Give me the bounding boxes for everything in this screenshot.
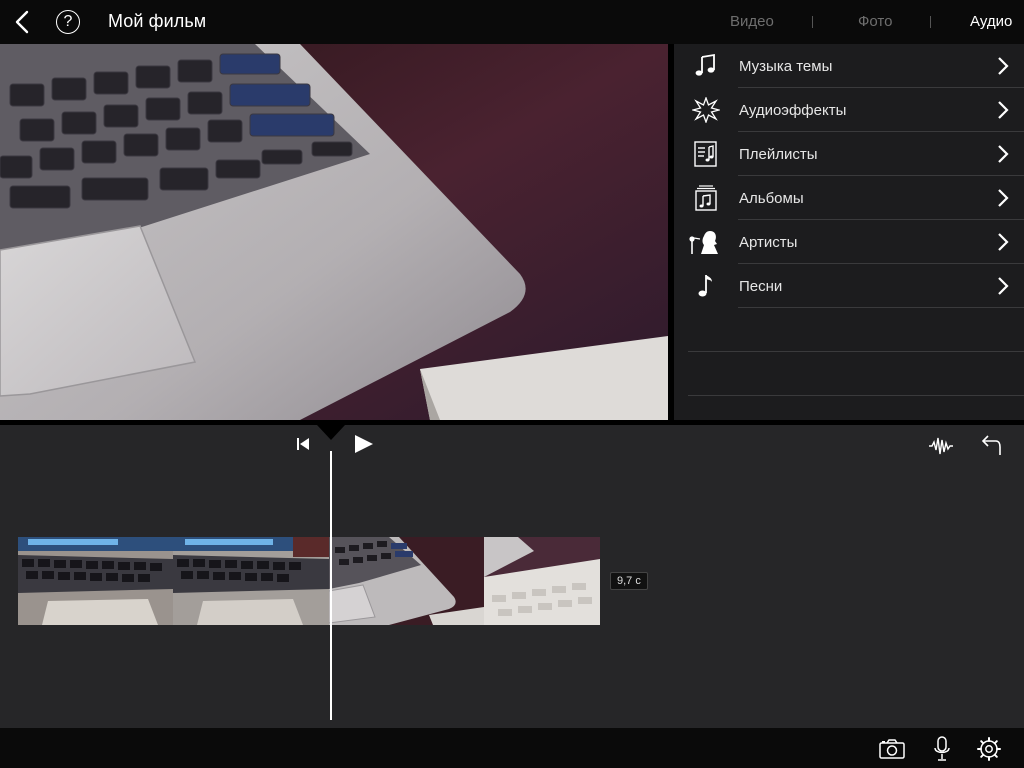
chevron-right-icon	[998, 189, 1009, 207]
audio-waveform-button[interactable]	[928, 435, 954, 457]
music-note-icon	[695, 53, 715, 76]
chevron-right-icon	[998, 233, 1009, 251]
row-divider	[688, 351, 1024, 352]
camera-button[interactable]	[878, 736, 906, 762]
clip-duration-badge: 9,7 с	[610, 572, 648, 590]
video-clip[interactable]	[173, 537, 329, 625]
video-clip[interactable]	[329, 537, 484, 625]
browser-item-sound-effects[interactable]: Аудиоэффекты	[674, 88, 1024, 132]
tab-separator	[812, 16, 813, 28]
chevron-right-icon	[998, 101, 1009, 119]
clip-thumbnail	[18, 537, 173, 625]
row-divider	[738, 307, 1024, 308]
settings-button[interactable]	[976, 736, 1002, 762]
song-icon	[698, 275, 712, 297]
row-divider	[688, 395, 1024, 396]
browser-item-label: Музыка темы	[739, 58, 833, 75]
chevron-left-icon	[15, 10, 29, 34]
clip-thumbnail	[329, 537, 484, 625]
browser-item-label: Песни	[739, 278, 783, 295]
media-tabs: Видео Фото Аудио	[694, 0, 1024, 44]
preview-frame-image	[0, 44, 668, 420]
browser-item-label: Плейлисты	[739, 146, 818, 163]
clip-strip[interactable]	[18, 537, 600, 625]
artist-icon	[689, 231, 718, 254]
chevron-right-icon	[998, 277, 1009, 295]
tab-audio[interactable]: Аудио	[970, 13, 1012, 30]
play-button[interactable]	[352, 433, 376, 455]
browser-item-songs[interactable]: Песни	[674, 264, 1024, 308]
browser-item-playlists[interactable]: Плейлисты	[674, 132, 1024, 176]
settings-gear-icon	[977, 737, 1001, 761]
project-title: Мой фильм	[108, 11, 207, 31]
browser-item-label: Альбомы	[739, 190, 804, 207]
audio-waveform-icon	[929, 437, 953, 455]
undo-icon	[981, 435, 1001, 455]
video-clip[interactable]	[484, 537, 600, 625]
skip-to-start-button[interactable]	[294, 435, 312, 453]
imovie-editor: ? Мой фильм Видео Фото Аудио Музыка темы…	[0, 0, 1024, 768]
playhead[interactable]	[330, 451, 332, 720]
starburst-icon	[692, 97, 720, 123]
browser-item-artists[interactable]: Артисты	[674, 220, 1024, 264]
browser-item-label: Артисты	[739, 234, 798, 251]
undo-button[interactable]	[976, 435, 1002, 457]
playlist-icon	[694, 141, 717, 167]
tab-video[interactable]: Видео	[730, 13, 774, 30]
timeline[interactable]: 9,7 с	[0, 425, 1024, 728]
help-button[interactable]: ?	[56, 10, 80, 34]
bottom-toolbar	[0, 728, 1024, 768]
back-button[interactable]	[10, 8, 36, 36]
tab-separator	[930, 16, 931, 28]
camera-icon	[879, 739, 905, 759]
browser-item-albums[interactable]: Альбомы	[674, 176, 1024, 220]
microphone-button[interactable]	[930, 736, 954, 762]
chevron-right-icon	[998, 57, 1009, 75]
tab-photo[interactable]: Фото	[858, 13, 892, 30]
video-clip[interactable]	[18, 537, 173, 625]
clip-thumbnail	[484, 537, 600, 625]
browser-item-theme-music[interactable]: Музыка темы	[674, 44, 1024, 88]
clip-thumbnail	[173, 537, 329, 625]
playhead-marker[interactable]	[317, 425, 345, 440]
play-icon	[355, 435, 373, 453]
audio-browser-panel: Музыка темы Аудиоэффекты Плейлисты Альбо…	[674, 44, 1024, 420]
album-icon	[695, 185, 717, 211]
video-preview[interactable]	[0, 44, 668, 420]
browser-item-label: Аудиоэффекты	[739, 102, 847, 119]
microphone-icon	[934, 736, 950, 761]
top-bar: ? Мой фильм Видео Фото Аудио	[0, 0, 1024, 44]
skip-to-start-icon	[297, 438, 309, 450]
chevron-right-icon	[998, 145, 1009, 163]
